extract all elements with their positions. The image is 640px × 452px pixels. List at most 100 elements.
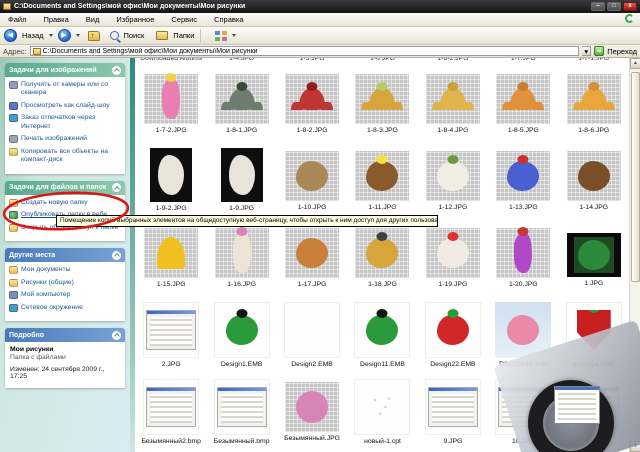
thumbnail-Design1.EMB[interactable]: Design1.EMB	[206, 298, 276, 375]
thumbnail-Design22.EMB[interactable]: Design22.EMB	[418, 298, 488, 375]
thumbnail-1-16.JPG[interactable]: 1-16.JPG	[206, 221, 276, 298]
thumbnail-Безымянный.bmp[interactable]: Безымянный.bmp	[206, 375, 276, 452]
scroll-up-icon[interactable]: ▲	[630, 58, 640, 69]
thumbnail-1-8-4.JPG[interactable]: 1-8-4.JPG	[418, 67, 488, 144]
thumbnail-1-17.JPG[interactable]: 1-17.JPG	[277, 221, 347, 298]
shared-pictures-link[interactable]: Рисунки (общие)	[9, 278, 122, 287]
maximize-button[interactable]: □	[607, 2, 621, 11]
network-link[interactable]: Сетевое окружение	[9, 303, 122, 312]
views-icon[interactable]	[215, 30, 228, 41]
address-input[interactable]: C:\Documents and Settings\мой офис\Мои д…	[29, 46, 580, 56]
thumbnail-1-13.JPG[interactable]: 1-13.JPG	[488, 144, 558, 221]
design-motif	[580, 82, 607, 110]
section-header[interactable]: Другие места	[5, 248, 125, 263]
title-bar: C:\Documents and Settings\мой офис\Мои д…	[0, 0, 640, 13]
screenshot-motif	[568, 387, 619, 427]
menu-item-Правка[interactable]: Правка	[41, 14, 70, 25]
thumbnail-1.JPG[interactable]: 1.JPG	[559, 221, 629, 298]
scroll-down-icon[interactable]: ▼	[630, 441, 640, 452]
thumbnail-Design11.EMB[interactable]: Design11.EMB	[347, 298, 417, 375]
chevron-up-icon[interactable]	[112, 65, 121, 75]
chevron-up-icon[interactable]	[112, 330, 121, 340]
search-button[interactable]: Поиск	[124, 31, 145, 40]
vertical-scrollbar[interactable]: ▲ ▼	[629, 58, 640, 452]
thumbnail-image	[425, 151, 480, 201]
section-header[interactable]: Задачи для изображений	[5, 63, 125, 77]
thumbnail-1-8-3.JPG[interactable]: 1-8-3.JPG	[347, 67, 417, 144]
menu-item-Файл[interactable]: Файл	[6, 14, 28, 25]
thumbnail-label: 1.JPG	[584, 280, 604, 287]
thumbnail-1-8-2.JPG[interactable]: 1-8-2.JPG	[277, 67, 347, 144]
thumbnail-новый-1.cpt[interactable]: новый-1.cpt	[347, 375, 417, 452]
thumbnail-2.JPG[interactable]: 2.JPG	[136, 298, 206, 375]
folders-button[interactable]: Папки	[173, 31, 194, 40]
thumbnail-1-20.JPG[interactable]: 1-20.JPG	[488, 221, 558, 298]
thumbnail-1-14.JPG[interactable]: 1-14.JPG	[559, 144, 629, 221]
thumbnail-image	[355, 228, 410, 278]
forward-dropdown-icon[interactable]	[75, 34, 80, 37]
internet-prints-link[interactable]: Заказ отпечатков через Интернет	[9, 114, 122, 131]
my-computer-link[interactable]: Мой компьютер	[9, 291, 122, 300]
my-documents-link[interactable]: Мои документы	[9, 266, 122, 275]
menu-item-Избранное[interactable]: Избранное	[114, 14, 156, 25]
thumbnail-1-9.JPG[interactable]: 1-9.JPG	[206, 144, 276, 221]
back-button[interactable]: Назад	[22, 31, 44, 40]
thumbnail-1-8-5.JPG[interactable]: 1-8-5.JPG	[488, 67, 558, 144]
design-motif	[228, 82, 255, 110]
menu-item-Справка[interactable]: Справка	[212, 14, 245, 25]
go-button[interactable]: Переход	[607, 47, 637, 56]
thumbnail-1-11.JPG[interactable]: 1-11.JPG	[347, 144, 417, 221]
design-motif	[576, 310, 611, 350]
back-dropdown-icon[interactable]	[48, 34, 53, 37]
thumbnail-10.JPG[interactable]: 10.JPG	[488, 375, 558, 452]
folders-icon[interactable]	[156, 31, 169, 40]
slideshow-link[interactable]: Просмотреть как слайд-шоу	[9, 101, 122, 110]
thumbnail-DSC03949.JPG[interactable]: DSC03949.JPG	[488, 298, 558, 375]
thumbnail-Design2.EMB[interactable]: Design2.EMB	[277, 298, 347, 375]
thumbnail-1-10.JPG[interactable]: 1-10.JPG	[277, 144, 347, 221]
task-link-label: Рисунки (общие)	[21, 278, 74, 286]
chevron-up-icon[interactable]	[112, 250, 121, 260]
cd-link[interactable]: Копировать все объекты на компакт-диск	[9, 147, 122, 165]
thumbnail-1-19.JPG[interactable]: 1-19.JPG	[418, 221, 488, 298]
thumbnail-Безымянный2.bmp[interactable]: Безымянный2.bmp	[136, 375, 206, 452]
thumbnail-Безымянный.JPG[interactable]: Безымянный.JPG	[277, 375, 347, 452]
thumbnail-1-9-2.JPG[interactable]: 1-9-2.JPG	[136, 144, 206, 221]
views-dropdown-icon[interactable]	[232, 34, 237, 37]
thumbnail-goncaya.EMB[interactable]: goncaya.EMB	[559, 298, 629, 375]
scrollbar-thumb[interactable]	[630, 72, 640, 282]
address-dropdown-icon[interactable]: ▾	[582, 46, 592, 56]
thumbnail-11.JPG[interactable]: 11.JPG	[559, 375, 629, 452]
menu-item-Вид[interactable]: Вид	[84, 14, 102, 25]
details-header[interactable]: Подробно	[5, 328, 125, 343]
thumbnail-1-7-2.JPG[interactable]: 1-7-2.JPG	[136, 67, 206, 144]
thumbnail-1-12.JPG[interactable]: 1-12.JPG	[418, 144, 488, 221]
design-motif	[436, 155, 469, 191]
cd-icon	[9, 147, 18, 156]
shared-pictures-icon	[9, 278, 18, 287]
go-icon[interactable]: ➔	[594, 46, 605, 56]
chevron-up-icon[interactable]	[112, 183, 121, 193]
thumbnail-1-8-6.JPG[interactable]: 1-8-6.JPG	[559, 67, 629, 144]
up-folder-icon[interactable]	[87, 30, 100, 41]
forward-icon[interactable]: ▶	[57, 29, 71, 42]
task-link-label: Мои документы	[21, 266, 71, 274]
camera-link[interactable]: Получить от камеры или со сканера	[9, 81, 122, 98]
printer-link[interactable]: Печать изображений	[9, 135, 122, 144]
thumbnail-1-8-1.JPG[interactable]: 1-8-1.JPG	[206, 67, 276, 144]
section-header[interactable]: Задачи для файлов и папок	[5, 180, 125, 195]
thumbnail-9.JPG[interactable]: 9.JPG	[418, 375, 488, 452]
menu-item-Сервис[interactable]: Сервис	[169, 14, 199, 25]
thumbnail-1-15.JPG[interactable]: 1-15.JPG	[136, 221, 206, 298]
design-motif	[157, 237, 186, 269]
close-button[interactable]: x	[623, 2, 637, 11]
back-icon[interactable]: ◀	[4, 29, 17, 42]
partial-thumbnail-label: 1-6.JPG	[370, 58, 395, 62]
thumbnail-1-18.JPG[interactable]: 1-18.JPG	[347, 221, 417, 298]
search-icon[interactable]	[109, 31, 119, 40]
thumbnail-image	[425, 74, 480, 124]
thumbnail-label: 1-9.JPG	[229, 205, 255, 212]
minimize-button[interactable]: –	[591, 2, 605, 11]
task-link-label: Печать изображений	[21, 135, 87, 143]
new-folder-link[interactable]: Создать новую папку	[9, 198, 122, 207]
